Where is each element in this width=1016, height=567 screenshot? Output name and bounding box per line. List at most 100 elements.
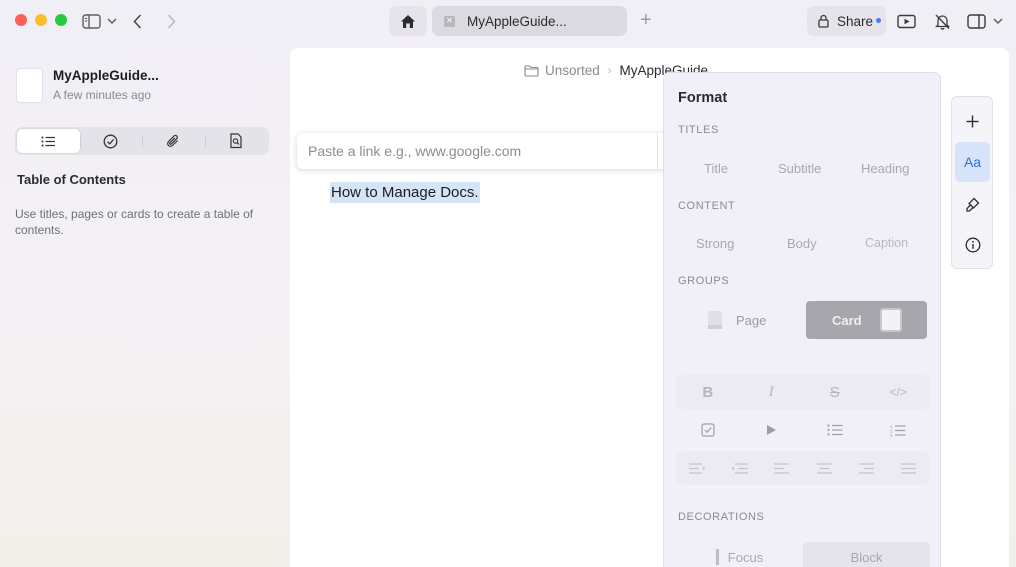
decoration-focus-option[interactable]: Focus [676,542,803,567]
format-panel: Format TITLES Title Subtitle Heading CON… [663,72,941,567]
titles-section-label: TITLES [678,124,719,136]
numbered-list-icon: 123 [890,424,906,437]
plus-icon [966,115,979,127]
bold-button[interactable]: B [676,375,740,409]
breadcrumb-folder[interactable]: Unsorted [545,63,600,78]
right-sidebar-icon [967,13,986,29]
document-modified-time: A few minutes ago [53,88,152,102]
groups-section-label: GROUPS [678,275,730,287]
svg-text:3: 3 [890,433,893,437]
bell-slash-icon [934,14,951,30]
lock-icon [818,14,829,28]
align-left-button[interactable] [761,451,803,485]
bullet-list-button[interactable] [803,413,867,447]
content-section-label: CONTENT [678,200,736,212]
chevron-left-icon [133,13,142,29]
sidebar-options-chevron[interactable] [107,9,117,33]
insert-button[interactable] [955,101,990,141]
share-label: Share [837,13,874,29]
paintbrush-icon [966,197,980,212]
folder-icon [524,64,539,77]
style-title-option[interactable]: Title [704,161,728,176]
title-bar: ✕ MyAppleGuide... + Share [0,0,1016,42]
page-icon [708,311,722,329]
back-button[interactable] [133,9,142,33]
toc-empty-description: Use titles, pages or cards to create a t… [15,207,254,237]
chevron-down-icon [107,17,117,24]
block-type-row: 123 [676,413,930,447]
sidebar-segmented-control [15,127,269,155]
indent-button[interactable] [676,451,718,485]
notifications-button[interactable] [934,9,951,33]
checkbox-icon [701,423,715,437]
document-thumbnail[interactable] [16,68,43,103]
checkmark-circle-icon [103,134,118,148]
document-tab[interactable]: ✕ MyAppleGuide... [432,6,627,36]
format-panel-title: Format [678,90,728,106]
align-right-button[interactable] [845,451,887,485]
close-window-button[interactable] [15,14,27,26]
list-icon [41,136,55,146]
inspector-options-chevron[interactable] [993,9,1003,33]
align-left-icon [774,462,790,474]
document-search-icon [230,133,242,149]
outdent-icon [731,462,748,474]
link-url-input[interactable] [297,133,657,169]
style-caption-option[interactable]: Caption [865,236,908,250]
style-body-option[interactable]: Body [787,236,817,251]
segment-attachments[interactable] [142,129,205,153]
style-strong-option[interactable]: Strong [696,236,734,251]
checkbox-button[interactable] [676,413,740,447]
tab-close-icon[interactable]: ✕ [444,15,455,27]
sidebar-toggle-button[interactable] [82,9,101,33]
minimize-window-button[interactable] [35,14,47,26]
align-center-icon [816,462,832,474]
present-button[interactable] [897,9,916,33]
chevron-down-icon [993,17,1003,24]
code-button[interactable]: </> [867,375,931,409]
align-center-button[interactable] [803,451,845,485]
share-button[interactable]: Share [807,6,886,36]
italic-button[interactable]: I [740,375,804,409]
style-brush-button[interactable] [955,185,990,225]
numbered-list-button[interactable]: 123 [867,413,931,447]
disclosure-triangle-icon [766,425,776,435]
toggle-block-button[interactable] [740,413,804,447]
info-circle-icon [965,237,980,253]
document-title[interactable]: MyAppleGuide... [53,68,159,83]
home-icon [401,14,415,28]
group-page-label: Page [736,312,767,328]
sidebar-icon [82,13,101,29]
segment-table-of-contents[interactable] [17,129,80,153]
segment-search-document[interactable] [204,129,268,153]
home-button[interactable] [389,6,427,36]
inspector-toggle-button[interactable] [967,9,986,33]
zoom-window-button[interactable] [55,14,67,26]
align-justify-button[interactable] [888,451,930,485]
outdent-button[interactable] [718,451,760,485]
link-popover [297,133,697,169]
group-card-option[interactable]: Card [806,301,927,339]
group-page-option[interactable]: Page [708,311,766,329]
paperclip-icon [167,134,179,147]
decorations-section-label: DECORATIONS [678,511,765,523]
style-subtitle-option[interactable]: Subtitle [778,161,821,176]
align-right-icon [858,462,874,474]
format-button[interactable]: Aa [955,142,990,182]
strikethrough-button[interactable]: S [803,375,867,409]
new-tab-button[interactable]: + [640,8,652,32]
bullet-list-icon [827,424,843,436]
style-heading-option[interactable]: Heading [861,161,909,176]
selected-paragraph[interactable]: How to Manage Docs. [330,182,480,203]
segment-tasks[interactable] [79,129,143,153]
decoration-focus-label: Focus [727,549,764,565]
alignment-row [676,451,930,485]
decoration-block-option[interactable]: Block [803,542,930,567]
tab-title: MyAppleGuide... [467,13,567,29]
group-card-label: Card [832,312,862,328]
share-status-dot [876,17,882,23]
document-info-button[interactable] [955,225,990,265]
align-justify-icon [901,462,917,474]
forward-button[interactable] [167,9,176,33]
card-icon [880,308,902,332]
